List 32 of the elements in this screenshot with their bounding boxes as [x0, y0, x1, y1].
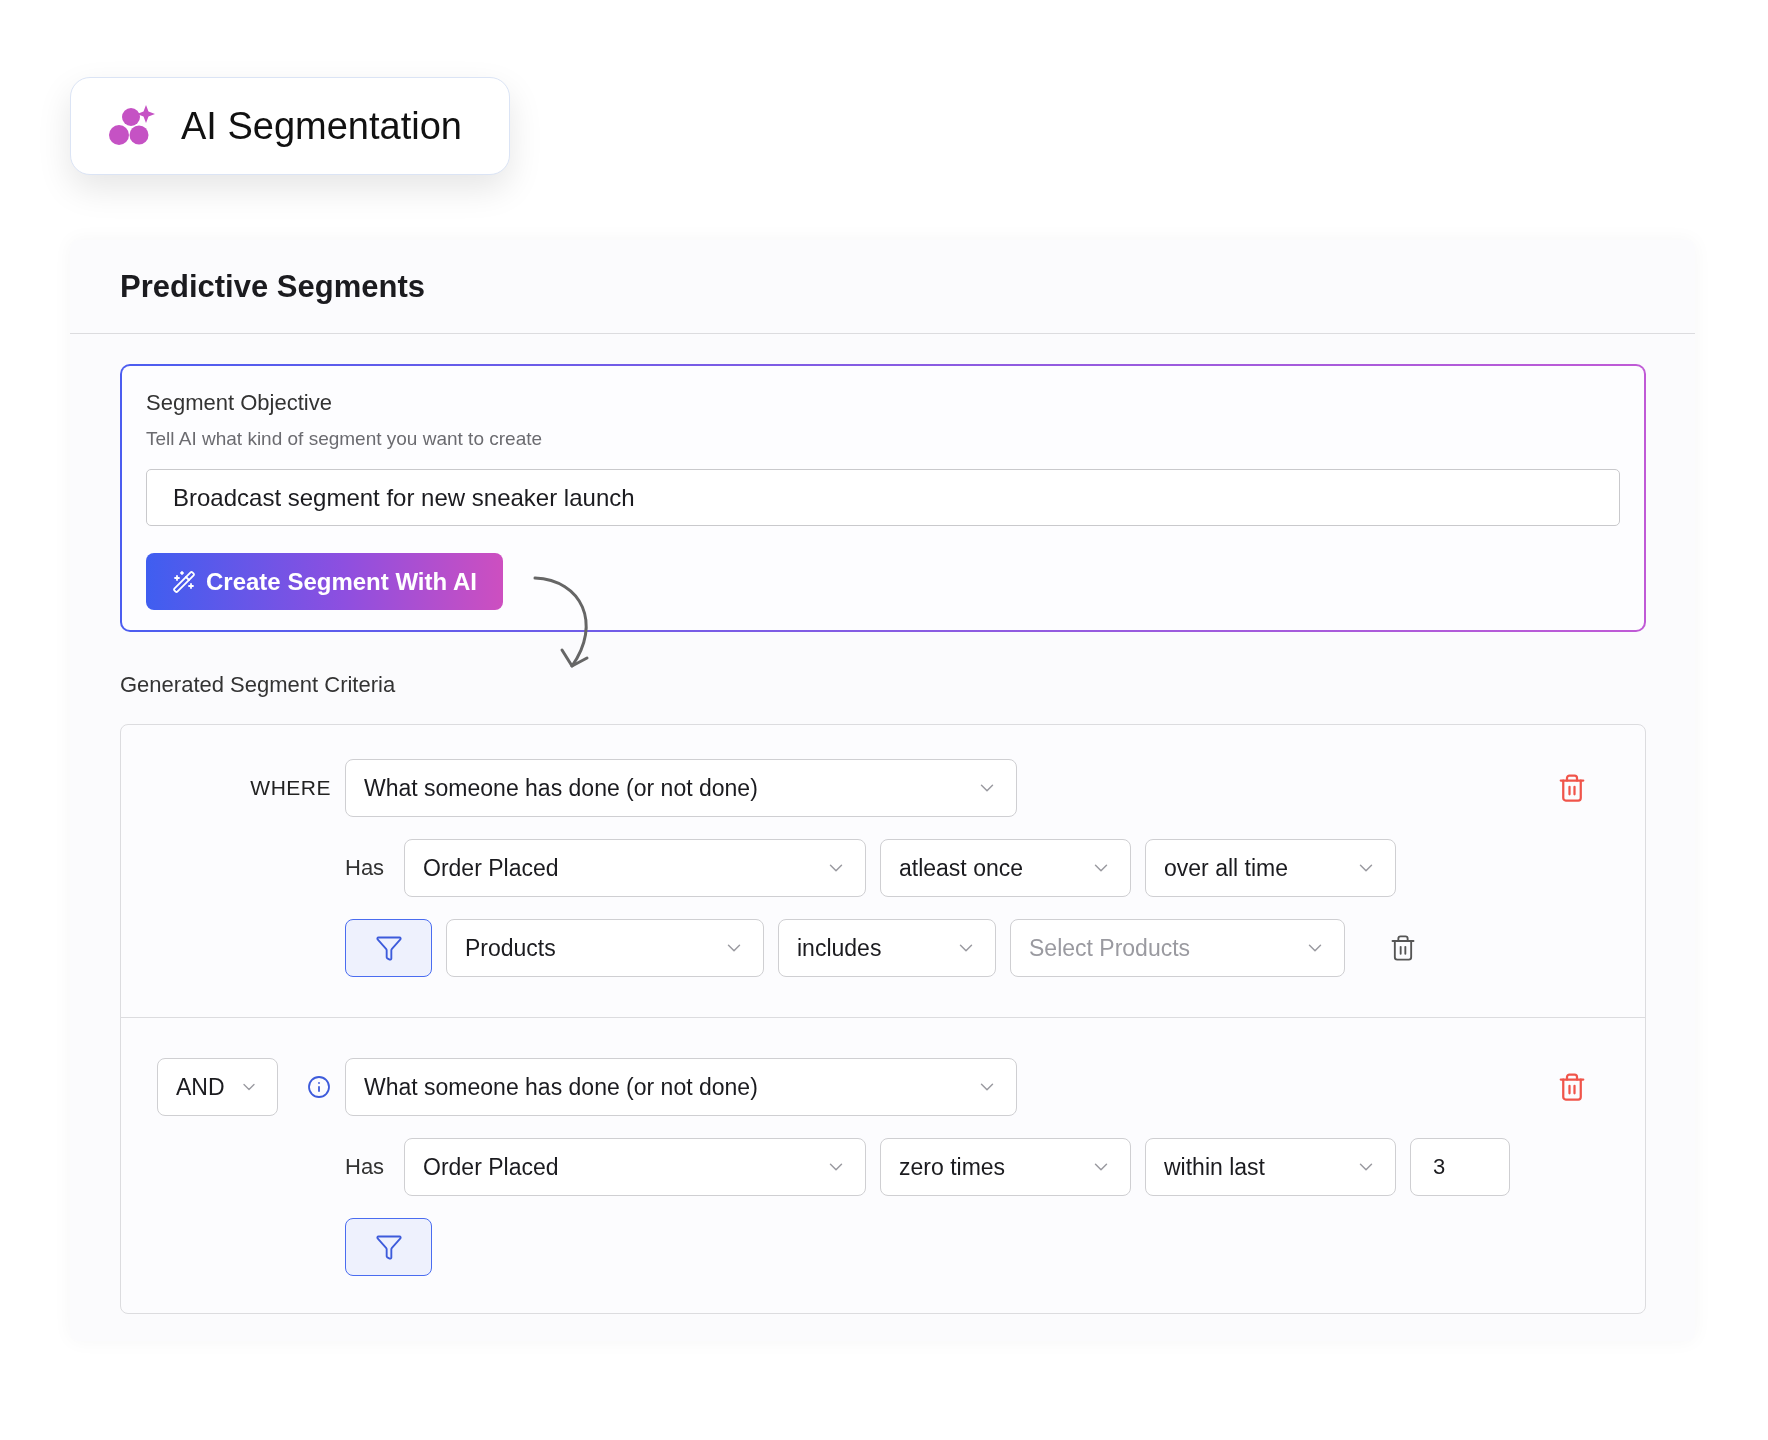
section-title: Generated Segment Criteria	[120, 672, 397, 698]
delete-icon[interactable]	[1557, 773, 1587, 803]
panel-title: Predictive Segments	[120, 268, 425, 305]
property-dropdown[interactable]: Products	[446, 919, 764, 977]
create-segment-button[interactable]: Create Segment With AI	[146, 553, 503, 610]
dropdown[interactable]: Order Placed	[404, 1138, 866, 1196]
has-label: Has	[345, 855, 386, 881]
operator-dropdown[interactable]: includes	[778, 919, 996, 977]
condition-dropdown[interactable]: What someone has done (or not done)	[345, 759, 1017, 817]
delete-icon[interactable]	[1557, 1072, 1587, 1102]
number-input[interactable]: 3	[1410, 1138, 1510, 1196]
condition-dropdown[interactable]: What someone has done (or not done)	[345, 1058, 1017, 1116]
dropdown[interactable]: atleast once	[880, 839, 1131, 897]
info-icon[interactable]	[307, 1075, 331, 1099]
logic-dropdown[interactable]: AND	[157, 1058, 278, 1116]
section-title: Segment Objective	[146, 390, 333, 416]
logo-icon	[109, 105, 155, 147]
dropdown[interactable]: within last	[1145, 1138, 1396, 1196]
delete-icon[interactable]	[1389, 934, 1417, 962]
app-title: AI Segmentation	[181, 104, 462, 148]
section-description: Tell AI what kind of segment you want to create	[146, 428, 544, 450]
filter-button[interactable]	[345, 919, 432, 977]
magic-wand-icon	[172, 569, 196, 594]
filter-button[interactable]	[345, 1218, 432, 1276]
filter-icon	[374, 934, 403, 962]
condition-label: WHERE	[250, 776, 331, 800]
filter-icon	[374, 1233, 403, 1261]
dropdown[interactable]: Order Placed	[404, 839, 866, 897]
has-label: Has	[345, 1154, 386, 1180]
dropdown[interactable]: zero times	[880, 1138, 1131, 1196]
dropdown[interactable]: over all time	[1145, 839, 1396, 897]
objective-input[interactable]: Broadcast segment for new sneaker launch	[146, 469, 1620, 526]
